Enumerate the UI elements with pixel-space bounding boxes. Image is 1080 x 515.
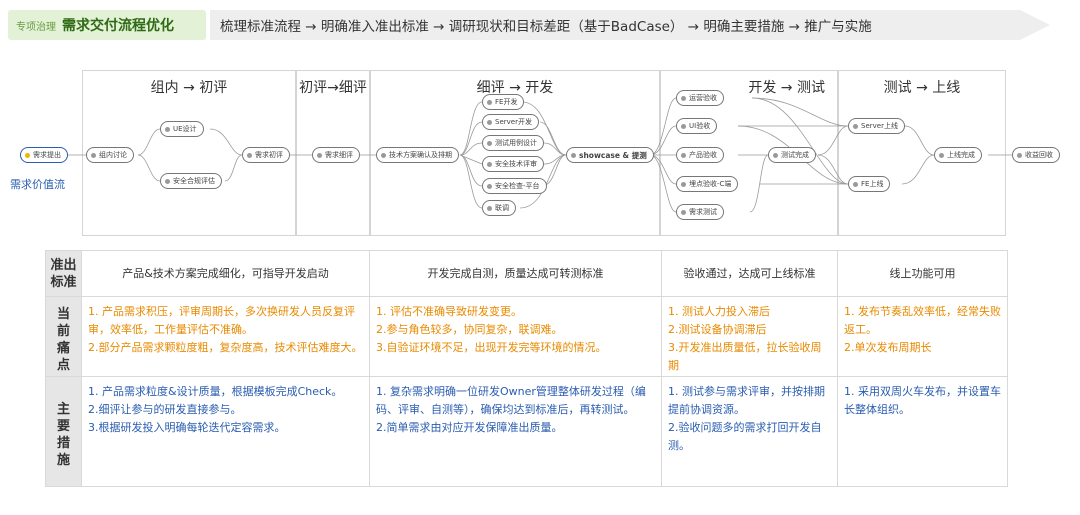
node-revenue-recovery: 收益回收 [1012, 147, 1060, 163]
node-ui-acceptance: UI验收 [676, 118, 718, 134]
node-dot-icon [773, 152, 778, 158]
value-stream-label: 需求价值流 [10, 178, 65, 191]
node-ue-design: UE设计 [160, 121, 204, 137]
pain-points-cell: 1. 发布节奏乱效率低，经常失败返工。 2.单次发布周期长 [837, 296, 1008, 377]
row-header-measures: 主要 措施 [45, 376, 82, 487]
node-dot-icon [487, 205, 492, 211]
stage-title: 初评→细评 [299, 80, 367, 96]
criteria-table: 准出 标准 产品&技术方案完成细化，可指导开发启动 开发完成自测，质量达成可转测… [45, 250, 1008, 487]
measures-cell: 1. 测试参与需求评审，并按排期提前协调资源。 2.验收问题多的需求打回开发自测… [661, 376, 838, 487]
node-detail-review: 需求细评 [312, 147, 360, 163]
measures-cell: 1. 产品需求粒度&设计质量，根据模板完成Check。 2.细评让参与的研发直接… [81, 376, 370, 487]
node-dot-icon [381, 152, 386, 158]
list-item: 3.根据研发投入明确每轮迭代定容需求。 [88, 421, 286, 434]
stage-title: 测试 → 上线 [883, 80, 961, 96]
table-row-measures: 主要 措施 1. 产品需求粒度&设计质量，根据模板完成Check。 2.细评让参… [45, 376, 1008, 487]
node-joint-debug: 联调 [482, 200, 516, 216]
table-row-pain-points: 当前 痛点 1. 产品需求积压，评审周期长，多次换研发人员反复评审，效率低，工作… [45, 296, 1008, 377]
node-test-case-design: 测试用例设计 [482, 135, 544, 151]
list-item: 3.开发准出质量低，拉长验收周期 [668, 341, 822, 372]
node-dot-icon [681, 152, 686, 158]
node-dot-icon [247, 152, 252, 158]
node-dot-icon [487, 119, 492, 125]
node-dot-icon [939, 152, 944, 158]
topic-tag: 专项治理 需求交付流程优化 [8, 10, 206, 40]
node-dot-icon [91, 152, 96, 158]
pain-points-cell: 1. 产品需求积压，评审周期长，多次换研发人员反复评审，效率低，工作量评估不准确… [81, 296, 370, 377]
node-dot-icon [681, 123, 686, 129]
node-ops-acceptance: 运营验收 [676, 90, 724, 106]
node-server-dev: Server开发 [482, 114, 539, 130]
list-item: 1. 发布节奏乱效率低，经常失败返工。 [844, 305, 1001, 336]
table-row-exit-criteria: 准出 标准 产品&技术方案完成细化，可指导开发启动 开发完成自测，质量达成可转测… [45, 250, 1008, 297]
process-steps-banner: 梳理标准流程 → 明确准入准出标准 → 调研现状和目标差距（基于BadCase）… [210, 10, 1050, 40]
list-item: 1. 产品需求粒度&设计质量，根据模板完成Check。 [88, 385, 343, 398]
node-test-complete: 测试完成 [768, 147, 816, 163]
node-dot-icon [571, 152, 576, 158]
pain-points-cell: 1. 评估不准确导致研发变更。 2.参与角色较多，协同复杂，联调难。 3.自验证… [369, 296, 662, 377]
node-dot-icon [681, 209, 686, 215]
node-requirement-test: 需求测试 [676, 204, 724, 220]
exit-criteria-cell: 产品&技术方案完成细化，可指导开发启动 [81, 250, 370, 297]
start-dot-icon [25, 152, 30, 158]
node-online-complete: 上线完成 [934, 147, 982, 163]
stage-title: 组内 → 初评 [150, 80, 228, 96]
node-request-raised: 需求提出 [20, 147, 68, 163]
node-dot-icon [487, 183, 492, 189]
measures-cell: 1. 采用双周火车发布，并设置车长整体组织。 [837, 376, 1008, 487]
measures-cell: 1. 复杂需求明确一位研发Owner管理整体研发过程（编码、评审、自测等），确保… [369, 376, 662, 487]
topic-category: 专项治理 [16, 21, 56, 33]
list-item: 1. 测试参与需求评审，并按排期提前协调资源。 [668, 385, 825, 416]
node-dot-icon [487, 140, 492, 146]
list-item: 2.验收问题多的需求打回开发自测。 [668, 421, 822, 452]
list-item: 2.参与角色较多，协同复杂，联调难。 [376, 323, 563, 336]
list-item: 2.简单需求由对应开发保障准出质量。 [376, 421, 563, 434]
node-dot-icon [487, 99, 492, 105]
list-item: 2.细评让参与的研发直接参与。 [88, 403, 242, 416]
row-header-exit-criteria: 准出 标准 [45, 250, 82, 297]
exit-criteria-cell: 线上功能可用 [837, 250, 1008, 297]
node-dot-icon [487, 161, 492, 167]
node-dot-icon [853, 123, 858, 129]
list-item: 1. 评估不准确导致研发变更。 [376, 305, 522, 318]
list-item: 2.部分产品需求颗粒度粗，复杂度高，技术评估难度大。 [88, 341, 363, 354]
node-security-check-platform: 安全检查-平台 [482, 178, 547, 194]
pain-points-cell: 1. 测试人力投入滞后 2.测试设备协调滞后 3.开发准出质量低，拉长验收周期 [661, 296, 838, 377]
topic-title: 需求交付流程优化 [62, 18, 174, 34]
node-security-assessment: 安全合规评估 [160, 173, 222, 189]
node-dot-icon [853, 181, 858, 187]
node-group-discussion: 组内讨论 [86, 147, 134, 163]
list-item: 1. 产品需求积压，评审周期长，多次换研发人员反复评审，效率低，工作量评估不准确… [88, 305, 355, 336]
list-item: 2.单次发布周期长 [844, 341, 932, 354]
exit-criteria-cell: 验收通过，达成可上线标准 [661, 250, 838, 297]
list-item: 3.自验证环境不足，出现开发完等环境的情况。 [376, 341, 607, 354]
node-product-acceptance: 产品验收 [676, 147, 724, 163]
node-dot-icon [317, 152, 322, 158]
node-dot-icon [1017, 152, 1022, 158]
node-dot-icon [681, 95, 686, 101]
list-item: 1. 测试人力投入滞后 [668, 305, 770, 318]
exit-criteria-cell: 开发完成自测，质量达成可转测标准 [369, 250, 662, 297]
list-item: 2.测试设备协调滞后 [668, 323, 767, 336]
node-dot-icon [165, 178, 170, 184]
list-item: 1. 复杂需求明确一位研发Owner管理整体研发过程（编码、评审、自测等），确保… [376, 385, 646, 416]
row-header-pain-points: 当前 痛点 [45, 296, 82, 377]
node-tracking-acceptance: 埋点验收-C端 [676, 176, 739, 192]
node-fe-online: FE上线 [848, 176, 891, 192]
node-server-online: Server上线 [848, 118, 905, 134]
node-tech-plan-confirm: 技术方案确认及排期 [376, 147, 459, 163]
list-item: 1. 采用双周火车发布，并设置车长整体组织。 [844, 385, 1001, 416]
node-initial-review: 需求初评 [242, 147, 290, 163]
node-dot-icon [165, 126, 170, 132]
node-showcase: showcase & 提测 [566, 147, 654, 163]
page: 专项治理 需求交付流程优化 梳理标准流程 → 明确准入准出标准 → 调研现状和目… [0, 0, 1080, 515]
node-security-tech-review: 安全技术评审 [482, 156, 544, 172]
node-dot-icon [681, 181, 686, 187]
node-fe-dev: FE开发 [482, 94, 525, 110]
